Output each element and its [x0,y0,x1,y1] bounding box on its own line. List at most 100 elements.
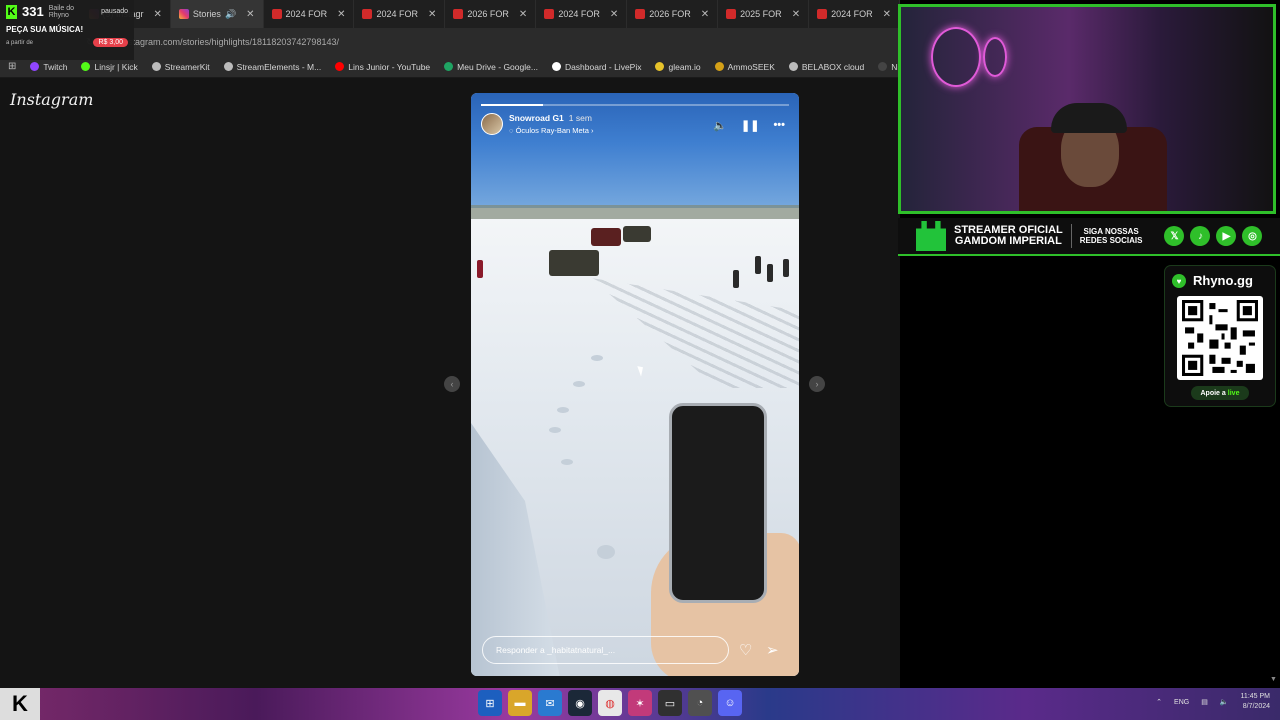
previous-story-button[interactable]: ‹ [444,376,460,392]
story-image-car [623,226,651,242]
close-icon[interactable]: ✕ [154,9,162,20]
support-live-button: Apoie a live [1191,386,1249,400]
volume-icon[interactable]: 🔈 [713,119,727,132]
story-image-footprint [573,381,585,387]
bookmark-item[interactable]: Twitch [30,62,67,72]
ammoseek-icon [714,62,724,71]
story-device-link[interactable]: ◌ Óculos Ray-Ban Meta › [509,126,594,135]
tab-pdf[interactable]: 2026 FOR ✕ [627,0,719,28]
tab-strip: (9) Instagr ✕ Stories 🔊 ✕ 2024 FOR ✕ 202… [0,0,900,28]
apps-grid-icon[interactable]: ⊞ [8,61,16,72]
story-progress-fill [481,104,543,106]
kick-watermark-icon: K [0,688,40,720]
qr-code-graphic [1182,300,1258,376]
tab-pdf[interactable]: 2024 FOR ✕ [536,0,628,28]
speaker-icon[interactable]: 🔊 [225,9,236,20]
terminal-icon[interactable]: ▭ [658,690,682,716]
heart-icon: ♥ [1172,274,1186,288]
bookmark-item[interactable]: Lins Junior - YouTube [335,62,430,72]
bookmark-item[interactable]: Meu Drive - Google... [444,62,538,72]
close-icon[interactable]: ✕ [337,9,345,20]
tab-stories[interactable]: Stories 🔊 ✕ [170,0,264,28]
bookmark-label: StreamElements - M... [236,61,322,72]
bookmark-item[interactable]: BELABOX cloud [788,62,864,72]
volume-icon[interactable]: 🔈 [1220,698,1229,706]
file-explorer-icon[interactable]: ▬ [508,690,532,716]
bookmark-item[interactable]: StreamerKit [151,62,210,72]
scrollbar-arrow-icon[interactable]: ▼ [1270,676,1280,688]
instagram-logo[interactable]: Instagram [10,90,93,109]
bookmark-item[interactable]: Linsjr | Kick [81,61,138,72]
overlay-title: PEÇA SUA MÚSICA! [6,25,84,34]
outlook-icon[interactable]: ✉ [538,690,562,716]
x-icon: 𝕏 [1164,226,1185,246]
close-icon[interactable]: ✕ [246,9,254,20]
close-icon[interactable]: ✕ [883,9,891,20]
pause-icon[interactable]: ❚❚ [741,119,759,132]
tab-label: 2024 FOR [831,9,873,19]
tab-pdf[interactable]: 2024 FOR ✕ [264,0,355,28]
adobe-icon [362,9,373,19]
taskbar: K ⊞ ▬ ✉ ◉ ◍ ✶ ▭ ◔ ☺ ⌃ ENG ▤ 🔈 11:45 PM 8… [0,688,1280,720]
avatar[interactable] [481,113,503,135]
story-progress-bar [481,104,789,106]
start-icon[interactable]: ⊞ [478,690,502,716]
banner-line: SIGA NOSSAS [1083,227,1139,236]
kick-logo-icon: K [6,4,17,19]
heart-icon[interactable]: ♡ [739,641,752,659]
bookmark-label: Twitch [43,61,68,72]
bookmark-item[interactable]: Nightbot - Comm [878,62,900,72]
story-image-car [549,250,599,276]
story-username[interactable]: Snowroad G1 [509,113,564,123]
bookmark-item[interactable]: AmmoSEEK [714,61,775,72]
chevron-up-icon[interactable]: ⌃ [1156,698,1162,706]
chevron-right-icon: › [591,126,594,135]
system-tray: ⌃ ENG ▤ 🔈 11:45 PM 8/7/2024 [1156,692,1270,712]
app-icon[interactable]: ✶ [628,690,652,716]
bookmark-item[interactable]: StreamElements - M... [223,61,322,72]
close-icon[interactable]: ✕ [792,9,800,20]
bookmark-label: Dashboard - LivePix [564,61,642,72]
livepix-icon [551,62,561,71]
price-prefix: a partir de [6,39,34,46]
bookmark-item[interactable]: gleam.io [655,61,701,72]
discord-icon[interactable]: ☺ [718,690,742,716]
google-drive-icon [444,62,454,71]
chrome-icon[interactable]: ◍ [598,690,622,716]
close-icon[interactable]: ✕ [519,9,527,20]
clock[interactable]: 11:45 PM 8/7/2024 [1241,692,1270,712]
tab-label: 2026 FOR [649,9,691,19]
bookmark-label: AmmoSEEK [727,61,775,72]
globe-icon [788,62,798,71]
reply-input[interactable]: Responder a _habitatnatural_... [482,636,729,664]
language-indicator[interactable]: ENG [1174,699,1189,706]
castle-icon [916,221,946,251]
gleam-icon [655,62,665,71]
obs-icon[interactable]: ◔ [688,690,712,716]
network-icon[interactable]: ▤ [1201,698,1208,706]
steam-icon[interactable]: ◉ [568,690,592,716]
address-bar[interactable]: ↻ ⚲ instagram.com/stories/highlights/181… [0,28,900,56]
bookmark-label: Linsjr | Kick [94,61,138,72]
tab-pdf[interactable]: 2026 FOR ✕ [445,0,537,28]
tab-pdf[interactable]: 2024 FOR ✕ [809,0,900,28]
next-story-button[interactable]: › [809,376,825,392]
close-icon[interactable]: ✕ [701,9,709,20]
bookmark-label: gleam.io [668,61,701,72]
close-icon[interactable]: ✕ [610,9,618,20]
more-options-icon[interactable]: ••• [773,119,785,132]
adobe-icon [817,9,828,19]
story-image-footprint [591,355,603,361]
story-viewer[interactable]: Snowroad G1 1 sem ◌ Óculos Ray-Ban Meta ›… [471,93,799,676]
qr-code [1177,296,1263,380]
tab-pdf[interactable]: 2024 FOR ✕ [354,0,446,28]
send-icon[interactable]: ➢ [766,641,779,659]
close-icon[interactable]: ✕ [428,9,436,20]
adobe-icon [635,9,646,19]
bookmark-item[interactable]: Dashboard - LivePix [551,61,642,72]
url-text[interactable]: instagram.com/stories/highlights/1811820… [121,37,339,47]
twitch-icon [30,62,40,71]
story-image-car [591,228,621,246]
kick-music-overlay: K 331 Baile do Rhyno pausado PEÇA SUA MÚ… [0,0,134,60]
tab-pdf[interactable]: 2025 FOR ✕ [718,0,810,28]
